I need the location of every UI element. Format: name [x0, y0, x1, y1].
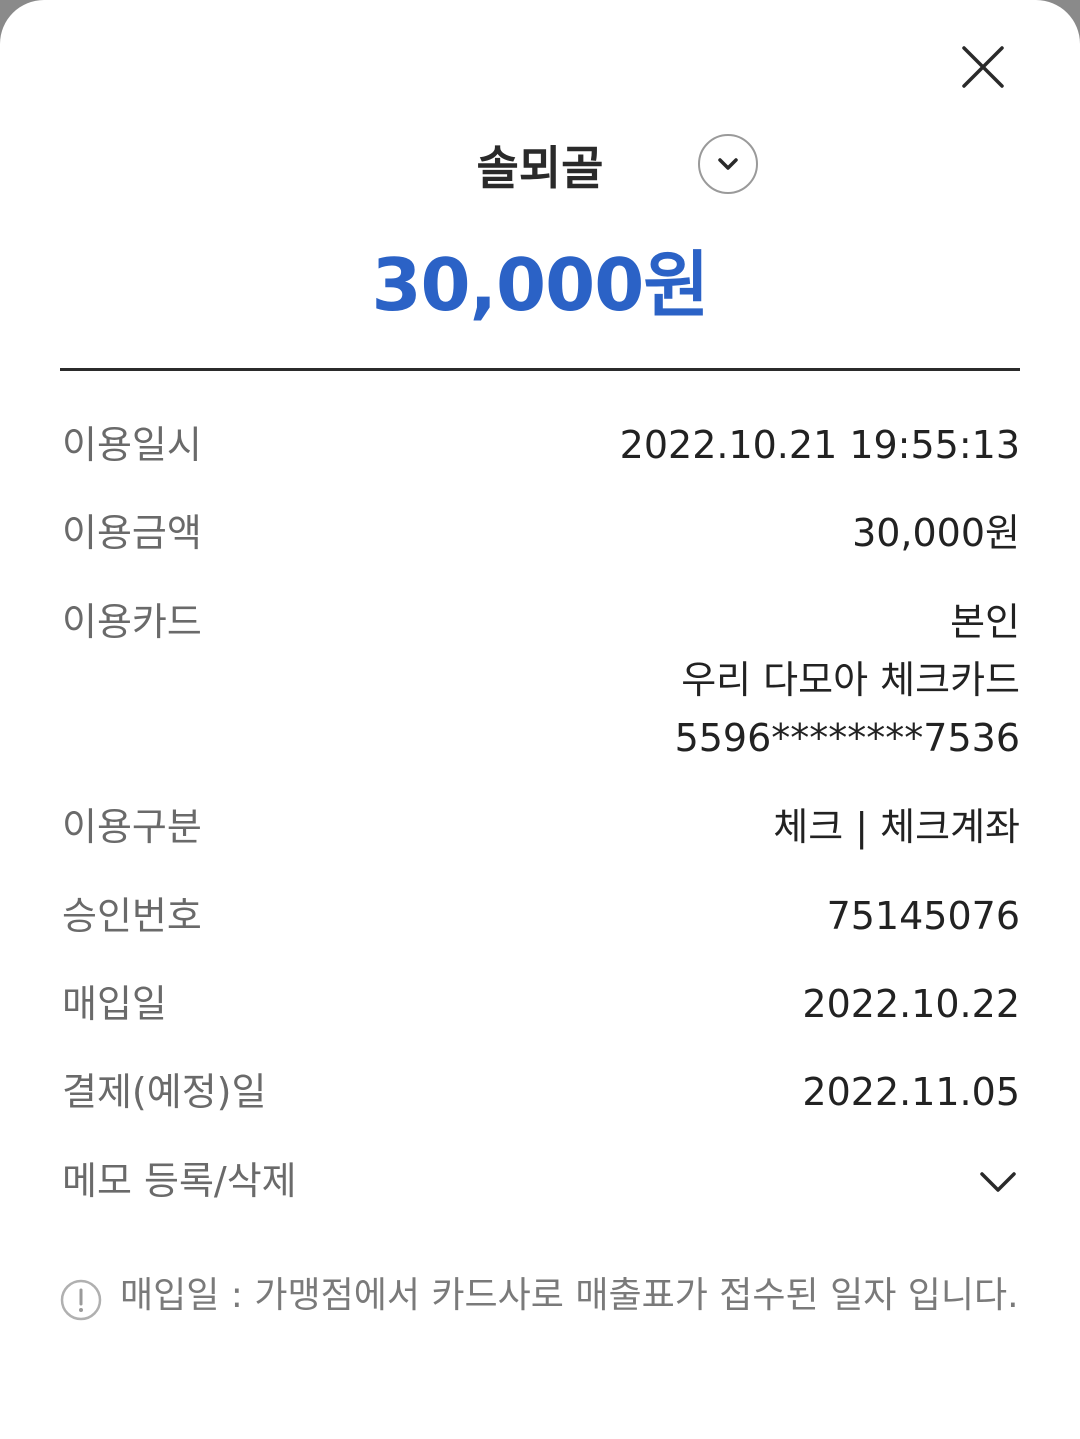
card-owner: 본인 — [950, 600, 1020, 644]
memo-toggle[interactable]: 메모 등록/삭제 — [60, 1152, 1020, 1212]
detail-value: 체크 | 체크계좌 — [773, 798, 1020, 856]
notice-text: 매입일 : 가맹점에서 카드사로 매출표가 접수된 일자 입니다. — [120, 1275, 1019, 1316]
header-divider — [60, 368, 1020, 371]
transaction-amount: 30,000원 — [371, 243, 709, 327]
memo-label: 메모 등록/삭제 — [62, 1159, 297, 1203]
detail-value: 30,000원 — [852, 504, 1020, 562]
detail-value: 2022.10.22 — [802, 975, 1020, 1033]
info-icon — [60, 1279, 102, 1321]
detail-value-line: 2022.10.21 19:55:13 — [619, 423, 1020, 467]
card-name: 우리 다모아 체크카드 — [681, 658, 1020, 702]
detail-label: 결제(예정)일 — [62, 1070, 267, 1114]
detail-label: 이용일시 — [62, 423, 202, 467]
merchant-expand-button[interactable] — [698, 134, 758, 194]
detail-value: 2022.11.05 — [802, 1063, 1020, 1121]
detail-value-line: 2022.11.05 — [802, 1070, 1020, 1114]
purchase-date-notice: 매입일 : 가맹점에서 카드사로 매출표가 접수된 일자 입니다. — [60, 1268, 1040, 1328]
detail-label: 승인번호 — [62, 894, 202, 938]
merchant-name: 솔뫼골 — [476, 141, 604, 195]
memo-chevron — [976, 1160, 1020, 1204]
transaction-detail-sheet: 솔뫼골 30,000원 이용일시 2022.10.21 19:55:13 이용금… — [0, 0, 1080, 1439]
detail-label: 이용금액 — [62, 511, 202, 555]
detail-label: 매입일 — [62, 982, 167, 1026]
detail-value-line: 30,000원 — [852, 511, 1020, 555]
detail-label: 이용구분 — [62, 805, 202, 849]
detail-value-line: 75145076 — [826, 894, 1020, 938]
close-icon — [962, 46, 1004, 88]
detail-value: 2022.10.21 19:55:13 — [620, 416, 1020, 474]
card-number: 5596********7536 — [674, 716, 1020, 760]
detail-label: 이용카드 — [62, 600, 202, 644]
merchant-name-container: 솔뫼골 — [0, 136, 1080, 200]
detail-value: 75145076 — [827, 887, 1020, 945]
detail-value: 본인 우리 다모아 체크카드 5596********7536 — [675, 593, 1020, 767]
detail-value-line: 체크 | 체크계좌 — [773, 805, 1020, 849]
chevron-down-icon — [718, 158, 738, 170]
close-button[interactable] — [950, 34, 1016, 100]
chevron-down-icon — [980, 1172, 1016, 1192]
detail-value-line: 2022.10.22 — [802, 982, 1020, 1026]
